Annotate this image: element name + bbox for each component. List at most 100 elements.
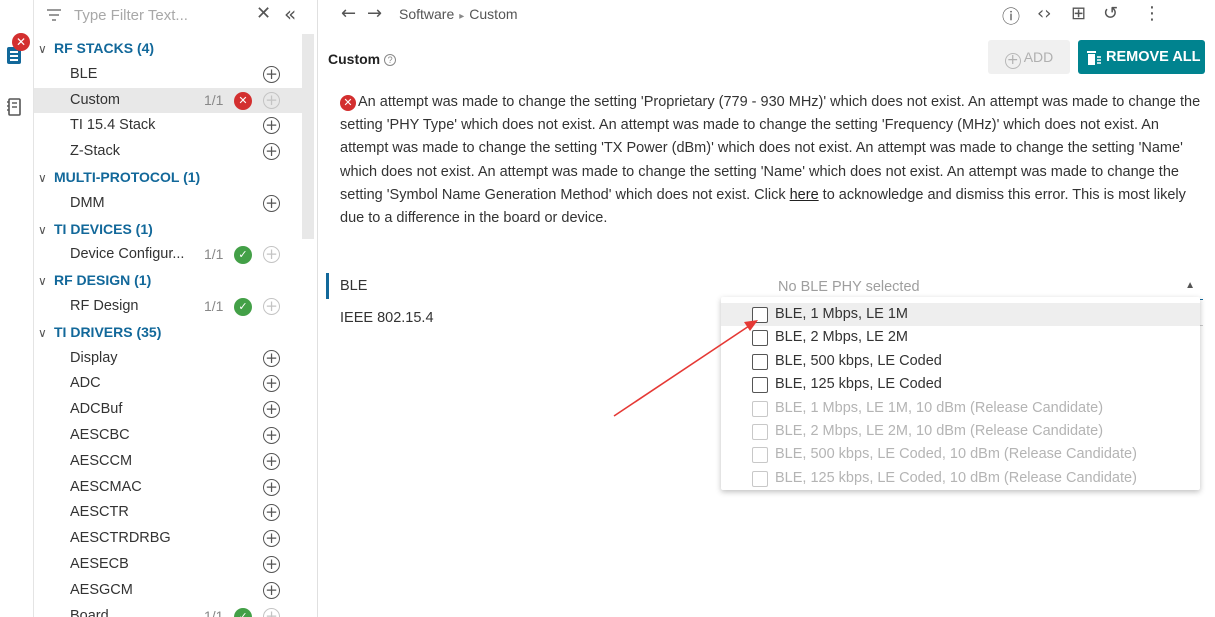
- group-ti-drivers[interactable]: ∨ TI DRIVERS (35): [34, 320, 302, 346]
- add-icon[interactable]: +: [263, 143, 280, 161]
- forward-arrow-icon[interactable]: →: [367, 3, 382, 24]
- sidebar-item-board[interactable]: Board 1/1 ✓ +: [34, 604, 302, 617]
- instance-count: 1/1: [204, 91, 224, 108]
- remove-all-button[interactable]: REMOVE ALL: [1078, 40, 1205, 74]
- sidebar-scrollbar[interactable]: [302, 34, 314, 239]
- add-button[interactable]: + ADD: [988, 40, 1070, 74]
- add-icon[interactable]: +: [263, 375, 280, 393]
- option-ble-2mbps[interactable]: BLE, 2 Mbps, LE 2M: [721, 326, 1200, 349]
- module-title-text: Custom: [328, 51, 381, 67]
- sidebar-item-aesccm[interactable]: AESCCM +: [34, 449, 302, 475]
- checkbox[interactable]: [752, 377, 768, 394]
- ieee-field-label: IEEE 802.15.4: [340, 310, 434, 326]
- checkbox[interactable]: [752, 353, 768, 370]
- checkbox[interactable]: [752, 330, 768, 347]
- chevron-down-icon: ∨: [38, 170, 47, 185]
- group-rf-design[interactable]: ∨ RF DESIGN (1): [34, 268, 302, 294]
- sidebar-item-ble[interactable]: BLE +: [34, 62, 302, 88]
- remove-all-label: REMOVE ALL: [1106, 49, 1201, 65]
- sidebar-item-adc[interactable]: ADC +: [34, 371, 302, 397]
- info-icon[interactable]: ⓘ: [1002, 3, 1020, 29]
- sidebar-item-aescbc[interactable]: AESCBC +: [34, 423, 302, 449]
- hardware-view-icon[interactable]: [4, 96, 26, 118]
- instance-count: 1/1: [204, 246, 224, 263]
- help-icon[interactable]: ?: [384, 54, 397, 66]
- sidebar-item-ti154-stack[interactable]: TI 15.4 Stack +: [34, 113, 302, 139]
- item-label: TI 15.4 Stack: [70, 117, 156, 134]
- option-ble-125kbps[interactable]: BLE, 125 kbps, LE Coded: [721, 373, 1200, 396]
- add-icon[interactable]: +: [263, 401, 280, 419]
- add-icon[interactable]: +: [263, 194, 280, 212]
- back-arrow-icon[interactable]: ←: [341, 3, 356, 24]
- sidebar-item-custom[interactable]: Custom 1/1 ✕ +: [34, 87, 302, 114]
- sidebar-item-aesgcm[interactable]: AESGCM +: [34, 578, 302, 604]
- item-label: Device Configur...: [70, 246, 185, 263]
- check-status-icon: ✓: [234, 297, 252, 316]
- group-rf-stacks[interactable]: ∨ RF STACKS (4): [34, 36, 302, 62]
- checkbox[interactable]: [752, 307, 768, 323]
- chevron-down-icon: ∨: [38, 42, 47, 56]
- option-label: BLE, 2 Mbps, LE 2M: [775, 329, 908, 346]
- sidebar-item-aesctr[interactable]: AESCTR +: [34, 500, 302, 526]
- sidebar-item-display[interactable]: Display +: [34, 346, 302, 372]
- option-ble-500kbps[interactable]: BLE, 500 kbps, LE Coded: [721, 350, 1200, 373]
- item-label: DMM: [70, 194, 105, 211]
- option-ble-125kbps-10dbm: BLE, 125 kbps, LE Coded, 10 dBm (Release…: [721, 467, 1200, 490]
- sidebar-item-aesecb[interactable]: AESECB +: [34, 552, 302, 578]
- item-label: AESECB: [70, 555, 129, 572]
- item-label: Display: [70, 349, 118, 366]
- group-multi-protocol[interactable]: ∨ MULTI-PROTOCOL (1): [34, 165, 302, 191]
- checkbox: [752, 424, 768, 440]
- add-icon[interactable]: +: [263, 530, 280, 548]
- option-ble-2mbps-10dbm: BLE, 2 Mbps, LE 2M, 10 dBm (Release Cand…: [721, 420, 1200, 443]
- option-label: BLE, 1 Mbps, LE 1M, 10 dBm (Release Cand…: [775, 399, 1104, 416]
- sidebar-item-aescmac[interactable]: AESCMAC +: [34, 475, 302, 501]
- module-title: Custom?: [328, 51, 397, 67]
- breadcrumb-software[interactable]: Software: [399, 6, 454, 22]
- collapse-sidebar-icon[interactable]: «: [284, 2, 296, 26]
- more-options-icon[interactable]: ⋮: [1143, 3, 1161, 24]
- dismiss-error-link[interactable]: here: [790, 187, 819, 203]
- item-label: Custom: [70, 91, 120, 108]
- board-view-icon[interactable]: ⊞: [1071, 3, 1086, 24]
- app-window: ✕ ✕ « ∨ RF STACKS (4) BLE + Custom 1/1 ✕ +: [0, 0, 1215, 617]
- add-icon[interactable]: +: [263, 452, 280, 470]
- filter-icon: [47, 9, 61, 21]
- group-ti-devices[interactable]: ∨ TI DEVICES (1): [34, 217, 302, 243]
- instance-count: 1/1: [204, 297, 224, 314]
- sidebar-item-device-configuration[interactable]: Device Configur... 1/1 ✓ +: [34, 242, 302, 268]
- history-icon[interactable]: ↺: [1103, 3, 1118, 24]
- sidebar-item-dmm[interactable]: DMM +: [34, 191, 302, 217]
- group-label: TI DEVICES (1): [54, 220, 153, 237]
- add-icon[interactable]: +: [263, 478, 280, 496]
- plus-circle-icon: +: [1004, 53, 1021, 69]
- item-label: AESCMAC: [70, 478, 142, 495]
- add-icon[interactable]: +: [263, 117, 280, 135]
- error-status-icon: ✕: [234, 91, 252, 110]
- ble-field-label: BLE: [340, 278, 368, 294]
- add-icon[interactable]: +: [263, 65, 280, 83]
- option-ble-1mbps[interactable]: BLE, 1 Mbps, LE 1M: [721, 303, 1200, 327]
- item-label: AESCTR: [70, 504, 129, 521]
- group-label: RF DESIGN (1): [54, 272, 152, 289]
- filter-input[interactable]: [74, 4, 254, 26]
- option-label: BLE, 500 kbps, LE Coded: [775, 352, 942, 369]
- add-icon: +: [263, 607, 280, 617]
- sidebar-item-adcbuf[interactable]: ADCBuf +: [34, 397, 302, 423]
- option-ble-500kbps-10dbm: BLE, 500 kbps, LE Coded, 10 dBm (Release…: [721, 443, 1200, 466]
- add-icon[interactable]: +: [263, 504, 280, 522]
- sidebar-item-aesctrdrbg[interactable]: AESCTRDRBG +: [34, 526, 302, 552]
- error-message: An attempt was made to change the settin…: [340, 91, 1206, 230]
- add-icon[interactable]: +: [263, 349, 280, 367]
- group-label: TI DRIVERS (35): [54, 323, 162, 340]
- add-icon[interactable]: +: [263, 426, 280, 444]
- sidebar-item-rf-design[interactable]: RF Design 1/1 ✓ +: [34, 294, 302, 320]
- code-view-icon[interactable]: ‹›: [1037, 3, 1051, 24]
- chevron-down-icon: ∨: [38, 274, 47, 289]
- chevron-down-icon: ∨: [38, 222, 47, 237]
- add-icon[interactable]: +: [263, 581, 280, 599]
- sidebar-item-z-stack[interactable]: Z-Stack +: [34, 139, 302, 165]
- item-label: AESCTRDRBG: [70, 530, 171, 547]
- clear-filter-icon[interactable]: ✕: [256, 3, 271, 24]
- add-icon[interactable]: +: [263, 555, 280, 573]
